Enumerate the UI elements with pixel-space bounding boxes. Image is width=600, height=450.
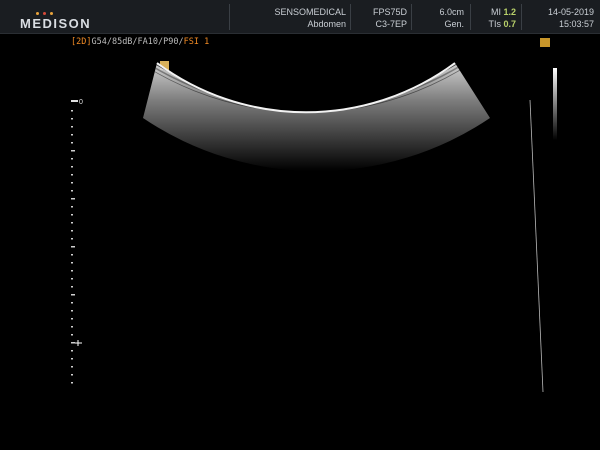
depth-tick: [71, 222, 73, 224]
depth-tick: [71, 302, 73, 304]
depth-tick: [71, 230, 73, 232]
depth-tick: [71, 342, 75, 344]
sector-scan-image: [143, 62, 490, 172]
focus-cursor: [75, 340, 82, 346]
depth-tick: [71, 238, 73, 240]
depth-tick: [71, 294, 75, 296]
depth-tick: [71, 214, 73, 216]
depth-tick: [71, 366, 73, 368]
depth-tick: [71, 150, 75, 152]
tgc-curve: [529, 99, 544, 393]
depth-tick: [71, 278, 73, 280]
ultrasound-image-area: 0: [71, 62, 557, 393]
depth-tick: [71, 174, 73, 176]
depth-tick: [71, 310, 73, 312]
depth-tick: [71, 206, 73, 208]
depth-tick: [71, 326, 73, 328]
depth-tick: [71, 358, 73, 360]
gray-map-bar: [553, 68, 557, 140]
depth-tick: [71, 166, 73, 168]
depth-zero-tick: [71, 100, 78, 102]
depth-tick: [71, 198, 75, 200]
depth-tick: [71, 334, 73, 336]
depth-zero-label: 0: [79, 99, 83, 106]
depth-tick: [71, 350, 73, 352]
depth-tick: [71, 110, 73, 112]
depth-tick: [71, 246, 75, 248]
depth-tick: [71, 142, 73, 144]
depth-tick: [71, 134, 73, 136]
depth-scale: 0: [71, 99, 83, 384]
depth-tick: [71, 254, 73, 256]
depth-tick: [71, 118, 73, 120]
depth-tick: [71, 262, 73, 264]
depth-tick: [71, 158, 73, 160]
depth-tick: [71, 190, 73, 192]
depth-tick: [71, 382, 73, 384]
depth-tick: [71, 182, 73, 184]
depth-tick: [71, 126, 73, 128]
depth-tick: [71, 286, 73, 288]
depth-tick: [71, 318, 73, 320]
depth-tick: [71, 374, 73, 376]
depth-tick: [71, 270, 73, 272]
